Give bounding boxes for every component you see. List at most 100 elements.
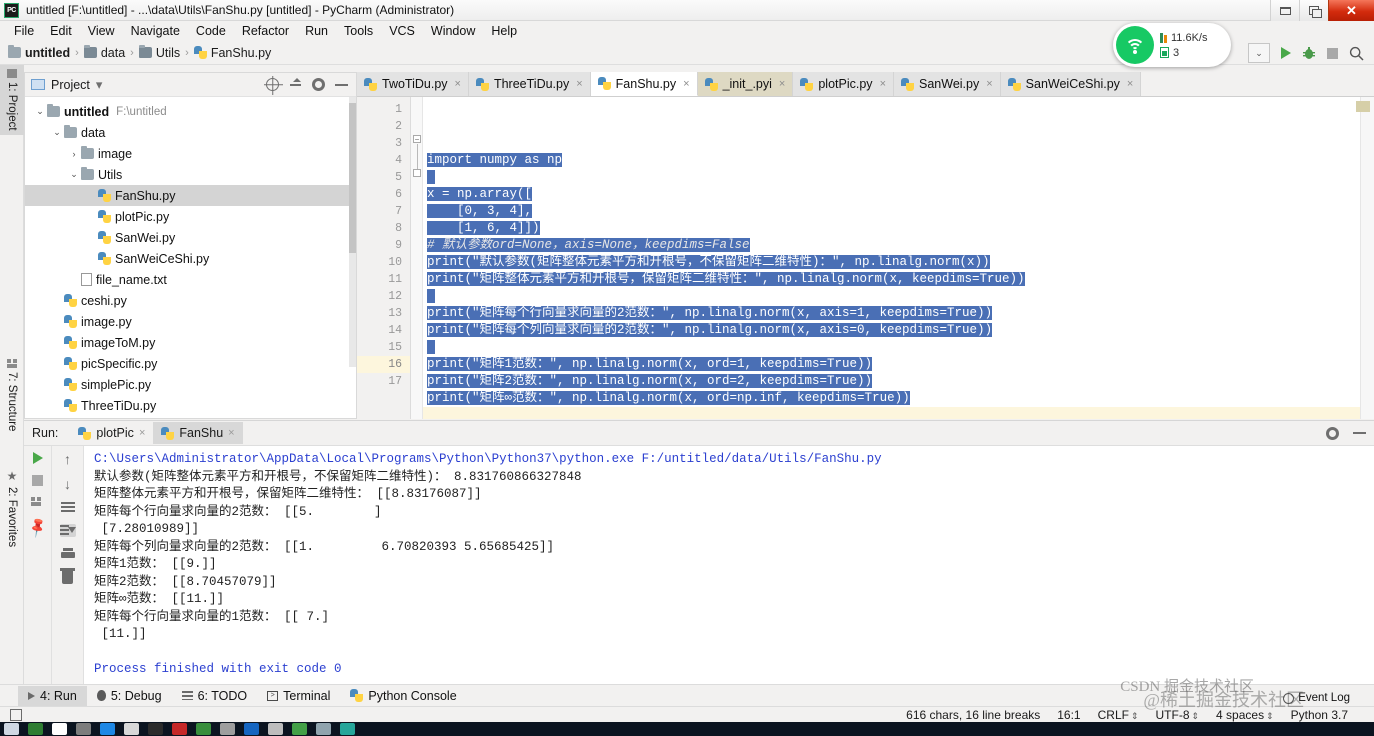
tree-node[interactable]: ⌄ data <box>25 122 356 143</box>
taskbar-item[interactable] <box>28 723 43 735</box>
locate-icon[interactable] <box>266 78 279 91</box>
stop-icon[interactable] <box>32 475 43 486</box>
restore-button[interactable] <box>1299 0 1328 21</box>
sidebar-item-structure[interactable]: 7: Structure <box>0 355 24 435</box>
chevron-down-icon[interactable]: ⌄ <box>67 169 81 180</box>
breadcrumb-item-data[interactable]: data <box>83 45 125 60</box>
tree-node[interactable]: ⌄ untitled F:\untitled <box>25 101 356 122</box>
menu-edit[interactable]: Edit <box>42 22 80 40</box>
code-line[interactable]: print("矩阵2范数：", np.linalg.norm(x, ord=2,… <box>423 373 1374 390</box>
run-tab-fanshu[interactable]: FanShu × <box>153 422 243 444</box>
menu-code[interactable]: Code <box>188 22 234 40</box>
taskbar-item[interactable] <box>124 723 139 735</box>
tree-node[interactable]: picSpecific.py <box>25 353 356 374</box>
tree-node[interactable]: imageToM.py <box>25 332 356 353</box>
code-line[interactable]: [0, 3, 4], <box>423 203 1374 220</box>
run-config-selector[interactable]: ⌄ <box>1248 43 1270 63</box>
menu-view[interactable]: View <box>80 22 123 40</box>
line-separator[interactable]: CRLF ⇕ <box>1098 708 1139 722</box>
code-line[interactable] <box>423 339 1374 356</box>
console-output[interactable]: C:\Users\Administrator\AppData\Local\Pro… <box>84 446 1374 684</box>
gear-icon[interactable] <box>312 78 325 91</box>
taskbar-item[interactable] <box>52 723 67 735</box>
tree-node[interactable]: image.py <box>25 311 356 332</box>
taskbar-item[interactable] <box>172 723 187 735</box>
close-icon[interactable]: × <box>139 427 145 439</box>
taskbar-item[interactable] <box>4 723 19 735</box>
bottom-tab-debug[interactable]: 5: Debug <box>87 686 172 706</box>
tree-node[interactable]: FanShu.py <box>25 185 356 206</box>
close-icon[interactable]: × <box>228 427 234 439</box>
taskbar-item[interactable] <box>220 723 235 735</box>
menu-tools[interactable]: Tools <box>336 22 381 40</box>
collapse-all-icon[interactable] <box>289 78 302 91</box>
taskbar-item[interactable] <box>76 723 91 735</box>
breadcrumb-item-untitled[interactable]: untitled <box>8 45 70 60</box>
taskbar-item[interactable] <box>340 723 355 735</box>
menu-navigate[interactable]: Navigate <box>123 22 188 40</box>
tree-node[interactable]: ThreeTiDu.py <box>25 395 356 416</box>
network-speed-widget[interactable]: 11.6K/s 3 <box>1113 23 1231 67</box>
code-line[interactable]: print("矩阵整体元素平方和开根号，保留矩阵二维特性：", np.linal… <box>423 271 1374 288</box>
rerun-icon[interactable] <box>32 452 43 464</box>
code-line[interactable] <box>423 407 1374 419</box>
hide-icon[interactable] <box>335 83 348 86</box>
up-icon[interactable]: ↑ <box>64 452 71 466</box>
close-icon[interactable]: × <box>986 78 992 90</box>
editor-tab[interactable]: plotPic.py × <box>793 72 894 96</box>
taskbar-item[interactable] <box>268 723 283 735</box>
code-line[interactable]: print("矩阵1范数：", np.linalg.norm(x, ord=1,… <box>423 356 1374 373</box>
close-button[interactable]: ✕ <box>1328 0 1374 21</box>
gear-icon[interactable] <box>1326 426 1339 440</box>
editor-tab[interactable]: SanWei.py × <box>894 72 1001 96</box>
close-icon[interactable]: × <box>455 78 461 90</box>
python-interpreter[interactable]: Python 3.7 <box>1291 708 1348 722</box>
run-button[interactable] <box>1281 47 1291 59</box>
caret-position[interactable]: 16:1 <box>1057 708 1080 722</box>
tree-node[interactable]: SanWeiCeShi.py <box>25 248 356 269</box>
file-encoding[interactable]: UTF-8 ⇕ <box>1156 708 1200 722</box>
editor-tab[interactable]: SanWeiCeShi.py × <box>1000 72 1142 96</box>
down-icon[interactable]: ↓ <box>64 477 71 491</box>
indent-setting[interactable]: 4 spaces ⇕ <box>1216 708 1274 722</box>
close-icon[interactable]: × <box>880 78 886 90</box>
bottom-tab-todo[interactable]: 6: TODO <box>172 686 258 706</box>
editor-marker[interactable] <box>1356 101 1370 112</box>
debug-button[interactable] <box>1302 46 1316 60</box>
close-icon[interactable]: × <box>683 78 689 90</box>
close-icon[interactable]: × <box>1127 78 1133 90</box>
menu-run[interactable]: Run <box>297 22 336 40</box>
soft-wrap-icon[interactable] <box>60 502 75 513</box>
menu-window[interactable]: Window <box>423 22 483 40</box>
taskbar-item[interactable] <box>316 723 331 735</box>
close-icon[interactable]: × <box>576 78 582 90</box>
menu-help[interactable]: Help <box>483 22 525 40</box>
taskbar-item[interactable] <box>292 723 307 735</box>
code-editor[interactable]: 1 2 3 4 5 6 7 8 9 10 11 12 13 14 15 16 17 − import numpy… <box>357 97 1374 419</box>
code-line[interactable] <box>423 169 1374 186</box>
code-line[interactable]: [1, 6, 4]]) <box>423 220 1374 237</box>
code-line[interactable]: print("矩阵∞范数：", np.linalg.norm(x, ord=np… <box>423 390 1374 407</box>
bottom-tab-python-console[interactable]: Python Console <box>340 686 466 706</box>
fold-marker-open[interactable]: − <box>413 135 421 144</box>
editor-tab[interactable]: _init_.pyi × <box>697 72 794 96</box>
chevron-down-icon[interactable]: ⌄ <box>50 127 64 138</box>
tree-node[interactable]: ⌄ Utils <box>25 164 356 185</box>
code-line[interactable] <box>423 288 1374 305</box>
sidebar-item-project[interactable]: 1: Project <box>0 65 24 135</box>
clear-all-icon[interactable] <box>60 568 75 584</box>
bottom-tab-run[interactable]: 4: Run <box>18 685 87 706</box>
bottom-tab-terminal[interactable]: > Terminal <box>257 686 340 706</box>
code-content[interactable]: import numpy as np x = np.array([ [0, 3,… <box>423 97 1374 419</box>
tree-node[interactable]: SanWei.py <box>25 227 356 248</box>
breadcrumb-item-utils[interactable]: Utils <box>138 45 180 60</box>
code-line[interactable]: import numpy as np <box>423 152 1374 169</box>
code-line[interactable]: x = np.array([ <box>423 186 1374 203</box>
print-icon[interactable] <box>60 548 75 560</box>
event-log-button[interactable]: Event Log <box>1283 692 1350 704</box>
code-line[interactable]: print("默认参数(矩阵整体元素平方和开根号，不保留矩阵二维特性)：", n… <box>423 254 1374 271</box>
layout-icon[interactable] <box>31 497 44 508</box>
editor-tab[interactable]: ThreeTiDu.py × <box>468 72 591 96</box>
tree-node[interactable]: plotPic.py <box>25 206 356 227</box>
menu-vcs[interactable]: VCS <box>381 22 423 40</box>
